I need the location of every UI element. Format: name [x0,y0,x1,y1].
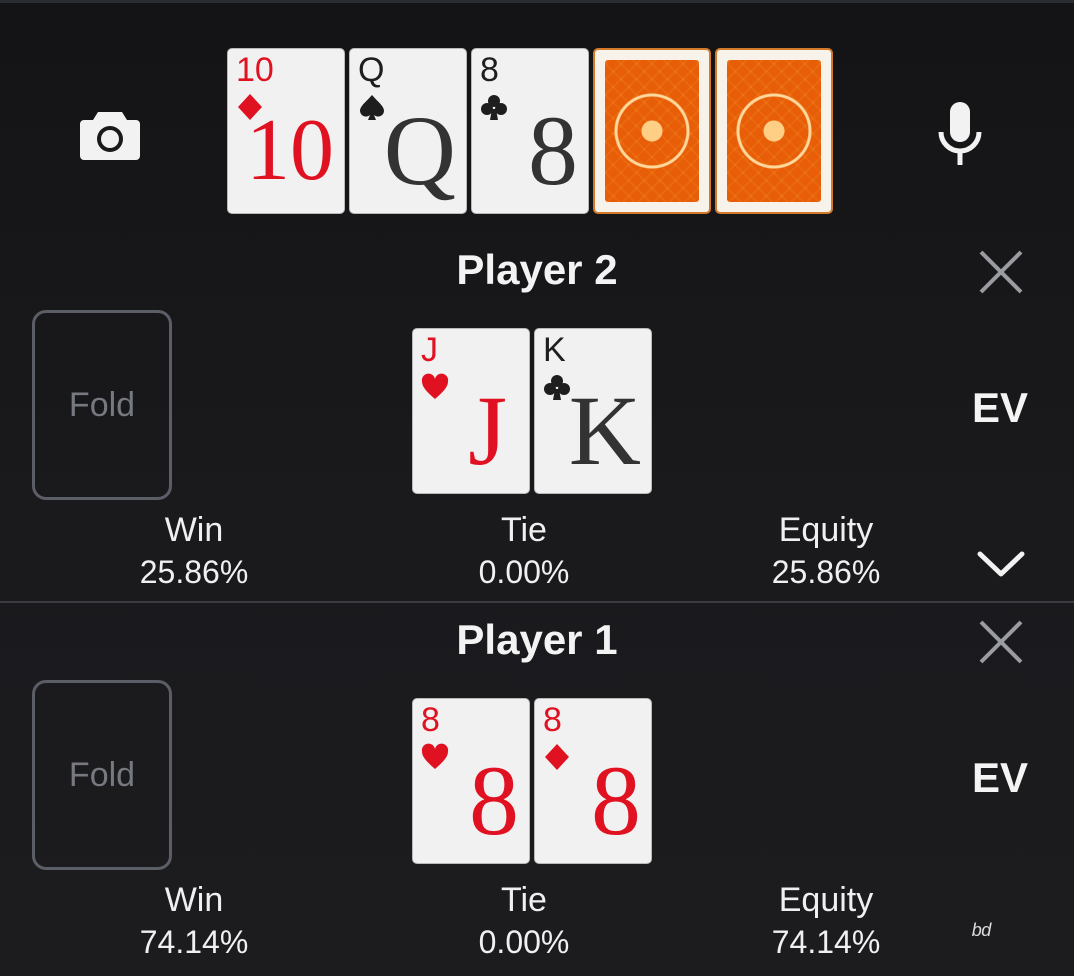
board-card-3[interactable]: 8 8 [471,48,589,214]
card-rank-small: 10 [236,51,274,89]
card-rank-small: J [421,331,438,369]
board-card-1[interactable]: 10 10 [227,48,345,214]
player-2-tie-stat: Tie 0.00% [414,510,634,594]
player-1-card-2[interactable]: 8 8 [534,698,652,864]
player-2-card-1[interactable]: J J [412,328,530,494]
player-1-card-1[interactable]: 8 8 [412,698,530,864]
player-2-hand: J J K K [412,328,652,494]
card-rank-big: K [568,375,641,486]
card-rank-big: J [468,375,507,486]
card-back-pattern [727,60,821,202]
player-1-title: Player 1 [456,616,618,663]
player-1-tie-stat: Tie 0.00% [414,880,634,964]
card-rank-small: Q [358,51,385,89]
card-rank-small: 8 [480,51,499,89]
card-rank-small: 8 [421,701,440,739]
equity-value: 74.14% [771,924,881,960]
club-icon [544,375,570,400]
player-2-fold-button[interactable]: Fold [32,310,172,500]
club-icon [481,95,507,120]
player-2-equity-stat: Equity 25.86% [716,510,936,594]
card-rank-big: 8 [591,745,641,856]
player-2-title: Player 2 [456,246,618,293]
tie-value: 0.00% [478,554,570,590]
close-icon[interactable] [973,614,1029,670]
equity-value: 25.86% [771,554,881,590]
card-rank-big: 8 [469,745,519,856]
card-rank-big: 10 [246,102,334,199]
tie-label: Tie [501,881,547,919]
card-rank-small: 8 [543,701,562,739]
win-label: Win [164,881,224,919]
board-card-5-facedown[interactable] [715,48,833,214]
tie-value: 0.00% [478,924,570,960]
player-divider [0,601,1074,603]
close-icon[interactable] [973,244,1029,300]
player-1-equity-stat: Equity 74.14% [716,880,936,964]
camera-button[interactable] [72,96,148,172]
board-cards: 10 10 Q Q 8 8 [227,48,833,218]
card-rank-big: 8 [528,95,578,206]
player-1-hand: 8 8 8 8 [412,698,652,864]
player-2-win-stat: Win 25.86% [84,510,304,594]
bottom-right-button[interactable]: ᵇᵈ [972,918,1036,954]
player-2-card-2[interactable]: K K [534,328,652,494]
board-card-2[interactable]: Q Q [349,48,467,214]
fold-label: Fold [68,385,136,424]
board-card-4-facedown[interactable] [593,48,711,214]
spade-icon [360,95,384,120]
card-rank-small: K [543,331,566,369]
equity-label: Equity [778,881,874,919]
player-2-ev-button[interactable]: EV [958,384,1042,432]
heart-icon [421,743,449,769]
tie-label: Tie [501,511,547,549]
player-1-win-stat: Win 74.14% [84,880,304,964]
win-label: Win [164,511,224,549]
diamond-icon [545,744,569,770]
equity-label: Equity [778,511,874,549]
player-1-fold-button[interactable]: Fold [32,680,172,870]
card-rank-big: Q [383,95,456,206]
win-value: 25.86% [139,554,249,590]
player-1-ev-button[interactable]: EV [958,754,1042,802]
chevron-down-icon[interactable] [974,546,1028,582]
camera-icon [80,112,140,160]
top-border [0,0,1074,3]
fold-label: Fold [68,755,136,794]
microphone-button[interactable] [922,96,998,172]
win-value: 74.14% [139,924,249,960]
microphone-icon [938,102,982,165]
card-back-pattern [605,60,699,202]
heart-icon [421,373,449,399]
